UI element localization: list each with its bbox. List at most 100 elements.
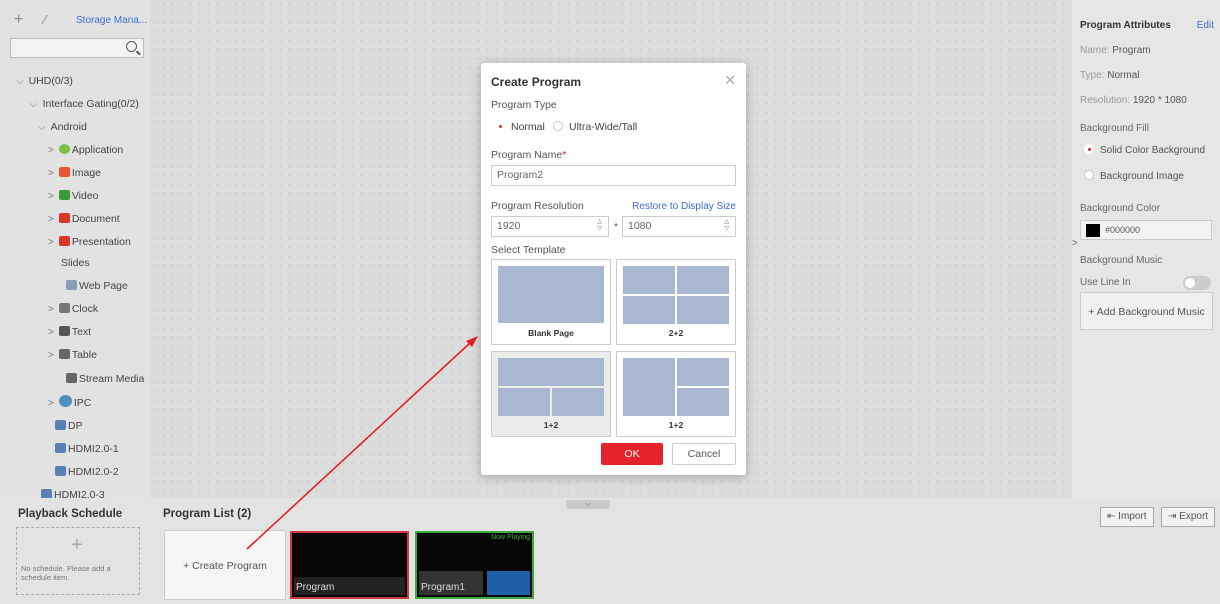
tree-item-text[interactable]: > Text (48, 325, 91, 340)
program-list-title: Program List (2) (163, 508, 252, 520)
dialog-title: Create Program (491, 75, 582, 89)
tree-item-label: Presentation (71, 236, 131, 248)
close-icon[interactable]: ✕ (724, 72, 736, 89)
collapse-toggle[interactable]: ⌵ (566, 500, 610, 509)
add-schedule-area[interactable]: + No schedule. Please add a schedule ite… (16, 527, 140, 595)
presentation-icon (58, 236, 70, 246)
create-program-button[interactable]: + Create Program (164, 530, 286, 600)
plus-icon[interactable]: + (14, 12, 23, 28)
tree-item-application[interactable]: > Application (48, 143, 123, 158)
chevron-right-icon[interactable]: > (48, 167, 54, 181)
tree-item-video[interactable]: > Video (48, 189, 99, 204)
tree-item-label: Clock (71, 303, 99, 315)
tree-item-document[interactable]: > Document (48, 212, 120, 227)
tree-item-stream-media[interactable]: Stream Media (66, 372, 144, 386)
create-program-dialog: Create Program ✕ Program Type Normal Ult… (481, 63, 746, 475)
chevron-right-icon[interactable]: > (48, 326, 54, 340)
tree-item-web-page[interactable]: Web Page (66, 279, 128, 293)
import-button[interactable]: ⇤ Import (1100, 507, 1154, 527)
template-label: 2+2 (668, 328, 684, 338)
program-name-input[interactable]: Program2 (491, 165, 736, 186)
restore-display-size-link[interactable]: Restore to Display Size (632, 201, 736, 212)
tree-item-ipc[interactable]: > IPC (48, 395, 91, 411)
template-1-plus-2-vertical[interactable]: 1+2 (616, 351, 736, 437)
chevron-down-icon[interactable]: ⌵ (16, 75, 24, 89)
ok-button[interactable]: OK (601, 443, 663, 465)
resolution-row: Resolution: 1920 * 1080 (1080, 95, 1187, 106)
tree-android[interactable]: ⌵ Android (38, 120, 87, 135)
chevron-right-icon[interactable]: > (48, 144, 54, 158)
template-region (677, 266, 729, 294)
chevron-right-icon[interactable]: > (48, 303, 54, 317)
cancel-button[interactable]: Cancel (672, 443, 736, 465)
color-swatch[interactable] (1086, 224, 1100, 237)
program-thumbnail[interactable]: Program (290, 531, 409, 599)
export-icon: ⇥ (1168, 511, 1177, 522)
bg-fill-label: Background Fill (1080, 123, 1149, 134)
search-icon[interactable] (126, 41, 137, 52)
background-color-field[interactable]: #000000 (1080, 220, 1212, 240)
type-normal-option[interactable]: Normal (495, 121, 545, 133)
chevron-right-icon[interactable]: > (48, 349, 54, 363)
template-blank-page[interactable]: Blank Page (491, 259, 611, 345)
pencil-icon[interactable]: ∕ (44, 12, 46, 28)
program-type-label: Program Type (491, 99, 557, 111)
resolution-value: 1920 * 1080 (1132, 95, 1187, 106)
plus-icon[interactable]: + (71, 534, 83, 557)
search-input[interactable] (10, 38, 144, 58)
tree-group-label: Interface Gating(0/2) (42, 98, 139, 110)
storage-management-link[interactable]: Storage Mana... (76, 15, 147, 26)
template-region (623, 358, 675, 416)
fill-image-option[interactable]: Background Image (1084, 170, 1184, 182)
tree-group[interactable]: ⌵ Interface Gating(0/2) (30, 97, 139, 112)
tree-item-clock[interactable]: > Clock (48, 302, 98, 317)
template-2-plus-2[interactable]: 2+2 (616, 259, 736, 345)
radio-checked-icon[interactable] (495, 121, 505, 131)
schedule-empty-text: No schedule. Please add a schedule item. (21, 564, 111, 582)
export-button[interactable]: ⇥ Export (1161, 507, 1216, 527)
tree-item-label: Stream Media (79, 373, 145, 385)
tree-item-label: Application (71, 144, 124, 156)
web-page-icon (66, 280, 77, 290)
tree-item-table[interactable]: > Table (48, 348, 97, 363)
chevron-right-icon[interactable]: > (48, 397, 54, 411)
fill-solid-option[interactable]: Solid Color Background (1084, 144, 1205, 156)
thumbnail-preview (487, 571, 530, 595)
height-value: 1080 (628, 220, 652, 232)
radio-unchecked-icon[interactable] (553, 121, 563, 131)
tree-item-presentation[interactable]: > Presentation (48, 235, 131, 250)
bg-music-label: Background Music (1080, 255, 1163, 266)
tree-toolbar: + ∕ Storage Mana... (0, 0, 150, 36)
tree-item-hdmi-2[interactable]: HDMI2.0-2 (55, 465, 119, 479)
spinner-icon[interactable]: △ ▽ (724, 219, 729, 233)
chevron-down-icon[interactable]: ⌵ (30, 98, 38, 112)
chevron-down-icon[interactable]: ⌵ (38, 121, 46, 135)
type-normal-label: Normal (511, 121, 545, 133)
width-stepper[interactable]: 1920 △ ▽ (491, 216, 609, 237)
add-background-music-button[interactable]: + Add Background Music (1080, 292, 1213, 330)
chevron-right-icon[interactable]: > (48, 213, 54, 227)
type-ultra-option[interactable]: Ultra-Wide/Tall (553, 121, 637, 133)
radio-unchecked-icon[interactable] (1084, 170, 1094, 180)
tree-item-label: IPC (73, 397, 92, 409)
tree-item-label: Document (71, 213, 120, 225)
chevron-right-icon[interactable]: > (48, 190, 54, 204)
type-row: Type: Normal (1080, 70, 1139, 81)
bg-color-label: Background Color (1080, 203, 1161, 214)
tree-item-hdmi-1[interactable]: HDMI2.0-1 (55, 442, 119, 456)
height-stepper[interactable]: 1080 △ ▽ (622, 216, 736, 237)
tree-item-dp[interactable]: DP (55, 419, 83, 433)
tree-item-image[interactable]: > Image (48, 166, 101, 181)
radio-checked-icon[interactable] (1084, 144, 1094, 154)
program-thumbnail[interactable]: Now Playing Program1 (415, 531, 534, 599)
ipc-camera-icon (58, 395, 72, 407)
edit-link[interactable]: Edit (1197, 20, 1214, 31)
spinner-icon[interactable]: △ ▽ (597, 219, 602, 233)
template-label: Blank Page (528, 328, 574, 338)
expand-panel-icon[interactable]: > (1072, 238, 1078, 249)
template-1-plus-2-horizontal[interactable]: 1+2 (491, 351, 611, 437)
document-icon (58, 213, 70, 223)
tree-root[interactable]: ⌵ UHD(0/3) (16, 74, 73, 89)
chevron-right-icon[interactable]: > (48, 236, 54, 250)
line-in-toggle[interactable] (1183, 276, 1211, 290)
